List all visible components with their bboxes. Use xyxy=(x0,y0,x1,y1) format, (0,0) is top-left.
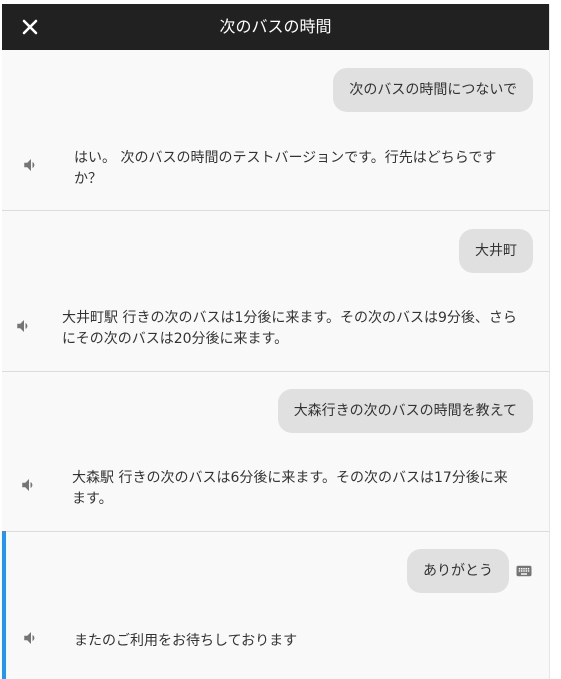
conversation-panel: 次のバスの時間 次のバスの時間につないで はい。 次のバスの時間のテストバージョ… xyxy=(2,4,550,679)
user-message-bubble: 大森行きの次のバスの時間を教えて xyxy=(277,389,533,433)
reply-line: またのご利用をお待ちしております xyxy=(74,633,298,649)
user-message-bubble: 大井町 xyxy=(459,229,533,273)
speaker-button[interactable] xyxy=(19,475,39,495)
reply-line: ます。 xyxy=(72,491,113,507)
speaker-icon xyxy=(24,159,35,171)
page-title: 次のバスの時間 xyxy=(219,17,332,36)
speaker-icon xyxy=(17,320,28,332)
conversation-turn: 大森行きの次のバスの時間を教えて 大森駅 行きの次のバスは6分後に来ます。その次… xyxy=(2,371,549,532)
reply-line: 大井町駅 行きの次のバスは1分後に来ます。その次のバスは9分後、さら xyxy=(62,310,517,326)
keyboard-icon xyxy=(516,565,532,577)
reply-line: 大森駅 行きの次のバスは6分後に来ます。その次のバスは17分後に来 xyxy=(72,470,508,486)
assistant-reply: 大森駅 行きの次のバスは6分後に来ます。その次のバスは17分後に来 ます。 xyxy=(72,468,508,510)
speaker-button[interactable] xyxy=(21,155,41,175)
speaker-icon xyxy=(24,632,35,644)
reply-line: にその次のバスは20分後に来ます。 xyxy=(62,331,289,347)
reply-line: か？ xyxy=(74,171,102,187)
user-message-bubble: 次のバスの時間につないで xyxy=(333,68,533,112)
header-bar: 次のバスの時間 xyxy=(2,4,549,50)
reply-line: はい。 次のバスの時間のテストバージョンです。行先はどちらです xyxy=(74,150,497,166)
speaker-icon xyxy=(22,479,33,491)
speaker-button[interactable] xyxy=(21,628,41,648)
user-message-bubble: ありがとう xyxy=(407,549,509,593)
conversation-turn: 次のバスの時間につないで はい。 次のバスの時間のテストバージョンです。行先はど… xyxy=(2,50,549,211)
assistant-reply: またのご利用をお待ちしております xyxy=(74,631,297,652)
speaker-button[interactable] xyxy=(14,316,34,336)
keyboard-button[interactable] xyxy=(515,562,533,580)
assistant-reply: はい。 次のバスの時間のテストバージョンです。行先はどちらです か？ xyxy=(74,148,496,190)
assistant-reply: 大井町駅 行きの次のバスは1分後に来ます。その次のバスは9分後、さら にその次の… xyxy=(62,308,517,350)
conversation-turn-active: ありがとう またのご利用をお待ちしております xyxy=(2,531,549,679)
conversation-turn: 大井町 大井町駅 行きの次のバスは1分後に来ます。その次のバスは9分後、さら に… xyxy=(2,211,549,372)
